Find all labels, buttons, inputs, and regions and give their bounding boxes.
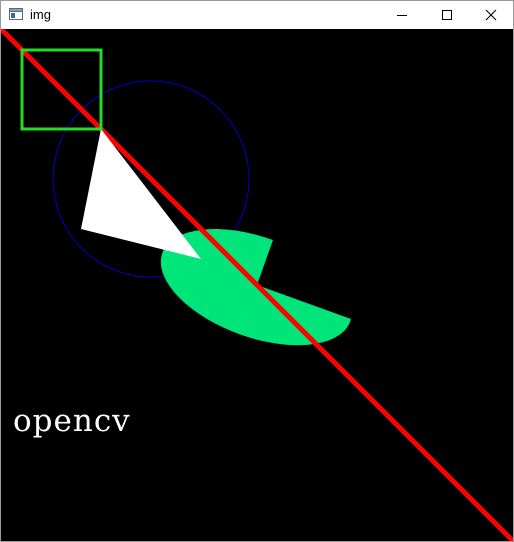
filled-triangle	[81, 129, 201, 259]
close-icon	[485, 9, 496, 21]
maximize-icon	[441, 10, 452, 20]
minimize-button[interactable]	[379, 1, 424, 29]
close-button[interactable]	[468, 1, 513, 29]
title-bar[interactable]: img	[1, 1, 513, 29]
app-window-icon	[9, 8, 23, 20]
canvas-label-text: opencv	[13, 403, 131, 439]
drawing-surface: opencv	[1, 29, 513, 541]
diagonal-line	[1, 29, 513, 541]
image-canvas: opencv	[1, 29, 513, 541]
image-window: img opencv	[0, 0, 514, 542]
maximize-button[interactable]	[424, 1, 469, 29]
minimize-icon	[396, 15, 407, 16]
window-title: img	[30, 7, 51, 22]
